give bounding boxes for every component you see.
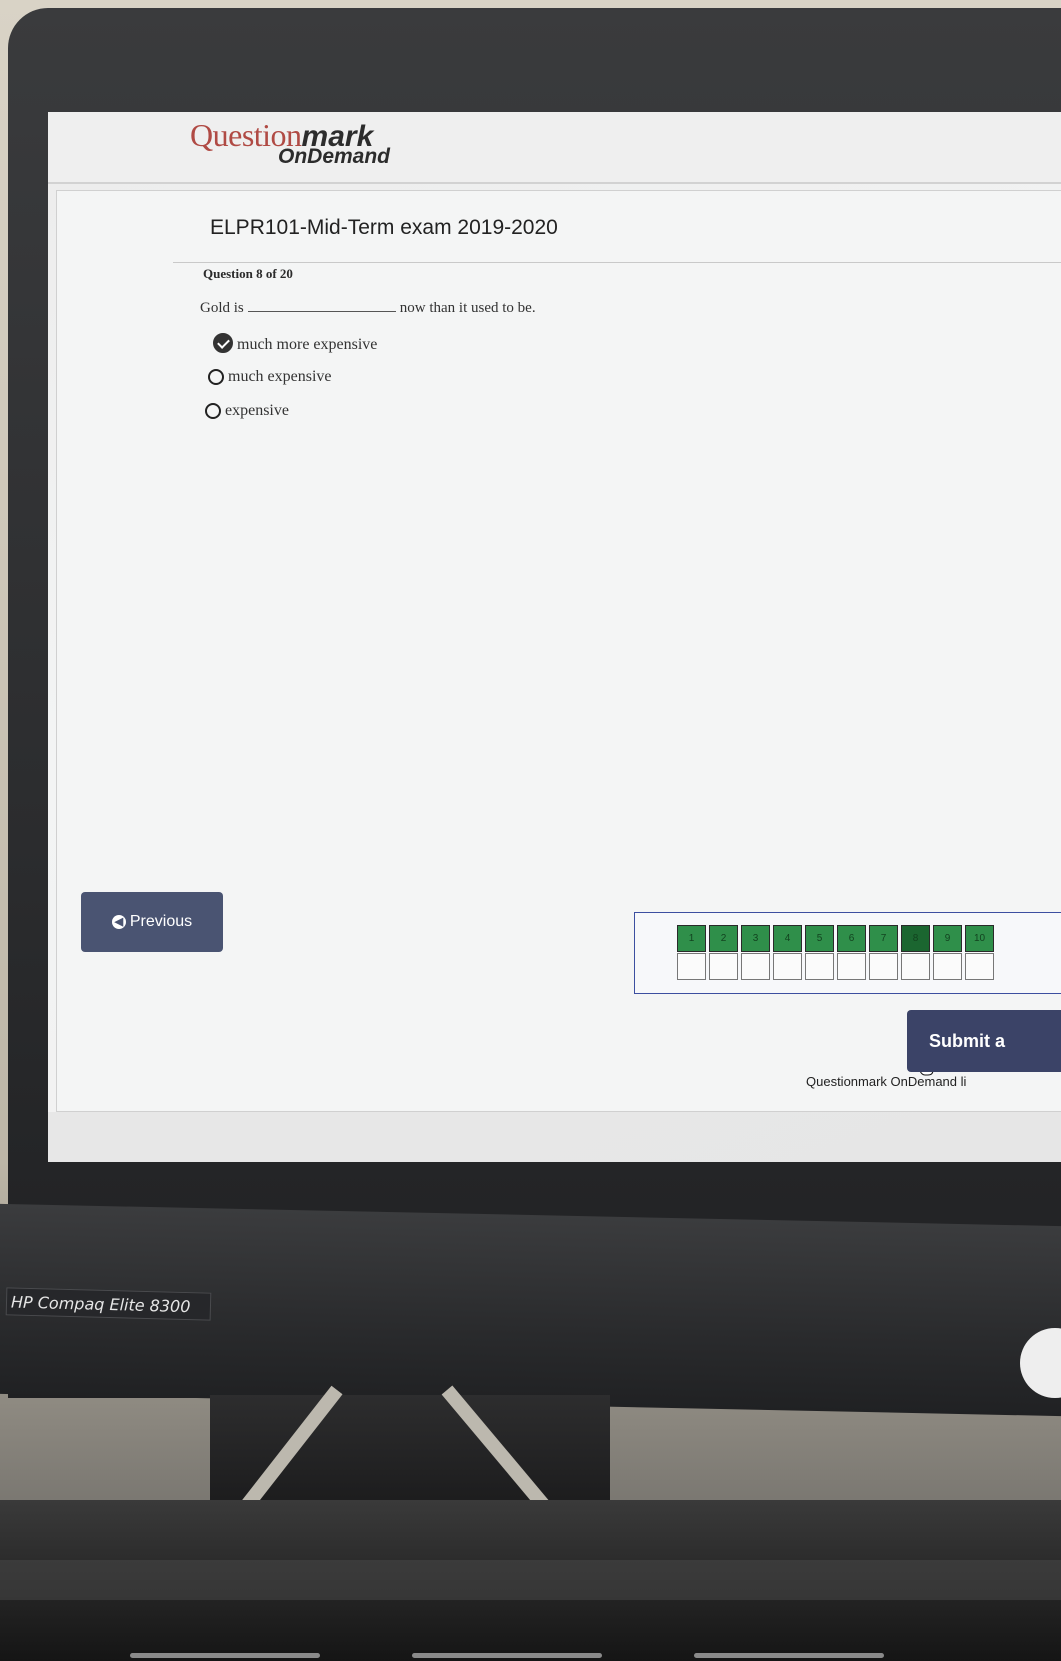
footer-license-text: Questionmark OnDemand li bbox=[806, 1074, 967, 1089]
question-flag-cell[interactable] bbox=[965, 953, 994, 980]
question-nav-cell[interactable]: 3 bbox=[741, 925, 770, 952]
answer-blank bbox=[247, 311, 396, 312]
question-flag-cell[interactable] bbox=[901, 953, 930, 980]
radio-empty-icon[interactable] bbox=[208, 369, 224, 385]
screen-bottom-edge bbox=[48, 1112, 1061, 1162]
choice-option[interactable]: expensive bbox=[205, 402, 289, 420]
question-flag-cell[interactable] bbox=[837, 953, 866, 980]
question-flag-cell[interactable] bbox=[933, 953, 962, 980]
arrow-left-circle-icon: ◀ bbox=[111, 915, 126, 929]
question-nav-cell[interactable]: 5 bbox=[805, 925, 834, 952]
choice-option[interactable]: much more expensive bbox=[213, 333, 377, 354]
question-nav-cell[interactable]: 8 bbox=[901, 925, 930, 952]
phone-nav-bar bbox=[412, 1653, 602, 1658]
choice-label: much more expensive bbox=[237, 336, 378, 353]
previous-label: Previous bbox=[129, 913, 193, 930]
question-nav-cell[interactable]: 4 bbox=[773, 925, 802, 952]
submit-button[interactable]: Submit a bbox=[907, 1010, 1061, 1072]
question-flag-cell[interactable] bbox=[709, 953, 738, 980]
stem-after: now than it used to be. bbox=[399, 300, 536, 316]
title-divider bbox=[173, 262, 1061, 263]
question-nav-cell[interactable]: 9 bbox=[933, 925, 962, 952]
choice-label: expensive bbox=[225, 402, 289, 419]
monitor-stand bbox=[210, 1395, 610, 1505]
desk-edge bbox=[0, 1560, 1061, 1600]
radio-checked-icon[interactable] bbox=[213, 333, 233, 353]
questionmark-logo: Questionmark OnDemand bbox=[190, 117, 390, 168]
question-nav-cell[interactable]: 1 bbox=[677, 925, 706, 952]
question-flag-cell[interactable] bbox=[869, 953, 898, 980]
question-flag-cell[interactable] bbox=[741, 953, 770, 980]
logo-sub-text: OnDemand bbox=[278, 145, 391, 168]
question-nav-cell[interactable]: 2 bbox=[709, 925, 738, 952]
exam-screen: Questionmark OnDemand ELPR101-Mid-Term e… bbox=[48, 112, 1061, 1162]
question-counter: Question 8 of 20 bbox=[203, 266, 293, 281]
question-navigator: 1 2 3 4 5 6 7 8 9 10 bbox=[634, 912, 1061, 994]
question-nav-cell[interactable]: 7 bbox=[869, 925, 898, 952]
question-nav-cell[interactable]: 10 bbox=[965, 925, 994, 952]
choice-label: much expensive bbox=[228, 368, 332, 385]
exam-title: ELPR101-Mid-Term exam 2019-2020 bbox=[210, 216, 558, 239]
monitor-model-label: HP Compaq Elite 8300 bbox=[5, 1287, 212, 1321]
phone-nav-bar bbox=[694, 1653, 884, 1658]
question-flag-cell[interactable] bbox=[773, 953, 802, 980]
previous-button[interactable]: ◀ Previous bbox=[81, 892, 223, 952]
radio-empty-icon[interactable] bbox=[205, 403, 221, 419]
question-nav-cell[interactable]: 6 bbox=[837, 925, 866, 952]
app-header: Questionmark OnDemand bbox=[48, 112, 1061, 184]
question-stem: Gold is now than it used to be. bbox=[200, 300, 536, 317]
question-flag-cell[interactable] bbox=[805, 953, 834, 980]
stem-before: Gold is bbox=[200, 300, 244, 316]
choice-option[interactable]: much expensive bbox=[208, 368, 332, 386]
question-flag-cell[interactable] bbox=[677, 953, 706, 980]
phone-nav-bar bbox=[130, 1653, 320, 1658]
